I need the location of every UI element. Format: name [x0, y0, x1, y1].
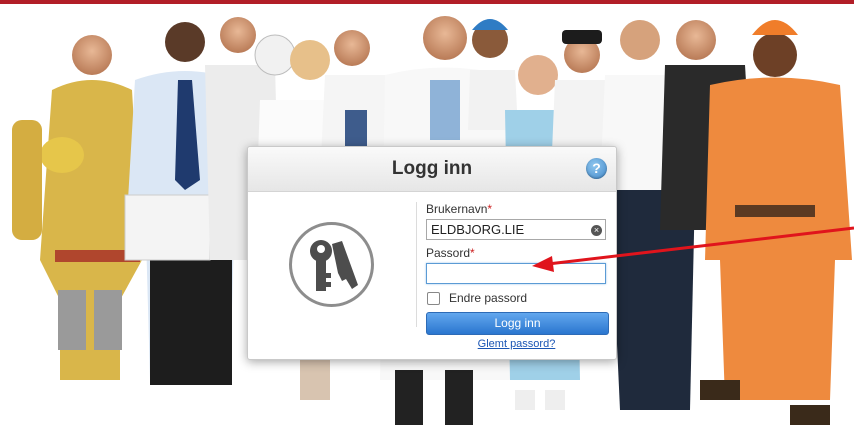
- username-label: Brukernavn*: [426, 202, 493, 216]
- login-button[interactable]: Logg inn: [426, 312, 609, 335]
- dialog-header: Logg inn ?: [248, 147, 616, 192]
- forgot-password-link[interactable]: Glemt passord?: [426, 338, 607, 350]
- password-label: Passord*: [426, 246, 475, 260]
- dialog-divider: [416, 202, 417, 327]
- help-icon[interactable]: ?: [586, 158, 607, 179]
- login-dialog: Logg inn ? Brukernavn* × Passord* Endre …: [247, 146, 617, 360]
- keys-icon: [289, 222, 374, 307]
- password-field[interactable]: [426, 263, 606, 284]
- dialog-title: Logg inn: [391, 158, 473, 179]
- change-password-checkbox[interactable]: [427, 292, 440, 305]
- change-password-label: Endre passord: [449, 291, 528, 305]
- username-field[interactable]: [426, 219, 606, 240]
- clear-x-icon[interactable]: ×: [591, 225, 602, 236]
